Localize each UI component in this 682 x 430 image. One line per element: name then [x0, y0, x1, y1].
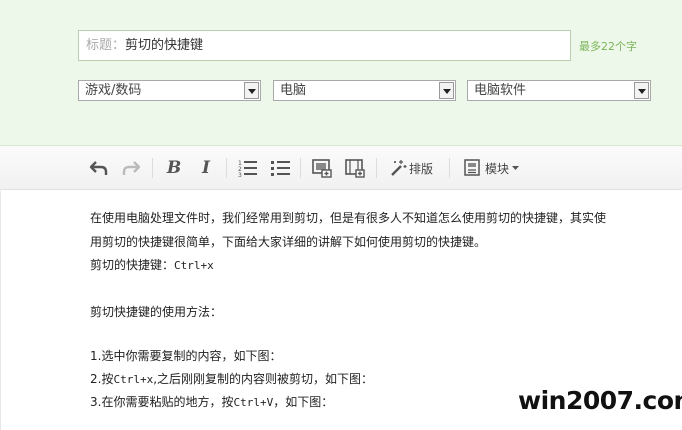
bold-button[interactable]: B	[164, 157, 184, 179]
image-icon	[312, 159, 332, 178]
category-select-1-value: 游戏/数码	[85, 83, 142, 98]
editor-toolbar: B I 1 2 3 排版 模块	[0, 146, 682, 190]
step-text: ，如下图：	[273, 395, 334, 409]
step-line: 3.在你需要粘贴的地方，按Ctrl+V，如下图：	[90, 393, 333, 410]
site-watermark: win2007.com	[518, 386, 682, 415]
toolbar-divider	[226, 158, 227, 178]
paragraph-line: 在使用电脑处理文件时，我们经常用到剪切，但是有很多人不知道怎么使用剪切的快捷键，…	[90, 211, 607, 225]
layout-label: 排版	[409, 161, 434, 176]
toolbar-divider	[300, 158, 301, 178]
unordered-list-icon	[271, 161, 290, 176]
step-text: 3.在你需要粘贴的地方，按	[90, 395, 234, 409]
section-heading: 剪切快捷键的使用方法：	[90, 305, 223, 319]
caret-down-icon	[512, 166, 520, 170]
step-line: 1.选中你需要复制的内容，如下图：	[90, 349, 282, 363]
italic-button[interactable]: I	[196, 157, 216, 179]
insert-image-button[interactable]	[311, 157, 333, 179]
category-select-2-value: 电脑	[280, 83, 307, 98]
shortcut-line: 剪切的快捷键：Ctrl+x	[90, 256, 214, 273]
category-select-3[interactable]: 电脑软件	[467, 80, 651, 101]
magic-wand-icon	[391, 160, 407, 176]
category-select-3-value: 电脑软件	[474, 83, 527, 98]
undo-button[interactable]	[89, 157, 109, 179]
paragraph-line: 用剪切的快捷键很简单，下面给大家详细的讲解下如何使用剪切的快捷键。	[90, 235, 487, 249]
toolbar-divider	[376, 158, 377, 178]
chevron-down-icon[interactable]	[244, 82, 259, 99]
module-icon	[464, 159, 480, 176]
title-prefix-label: 标题：	[86, 38, 126, 53]
unordered-list-button[interactable]	[270, 157, 292, 179]
ordered-list-icon: 1 2 3	[238, 160, 257, 177]
insert-video-button[interactable]	[344, 157, 366, 179]
video-icon	[345, 159, 365, 178]
redo-icon	[122, 161, 141, 175]
module-dropdown-button[interactable]: 模块	[463, 157, 520, 179]
shortcut-label: 剪切的快捷键：	[90, 258, 175, 272]
undo-icon	[89, 161, 108, 175]
step-text: ,之后刚刚复制的内容则被剪切，如下图：	[153, 372, 374, 386]
chevron-down-icon[interactable]	[439, 82, 454, 99]
title-length-hint: 最多22个字	[579, 40, 637, 53]
ordered-list-button[interactable]: 1 2 3	[237, 157, 259, 179]
step-text: 2.按	[90, 372, 114, 386]
category-select-2[interactable]: 电脑	[273, 80, 456, 101]
shortcut-key: Ctrl+V	[233, 396, 274, 409]
step-line: 2.按Ctrl+x,之后刚刚复制的内容则被剪切，如下图：	[90, 370, 373, 387]
category-select-1[interactable]: 游戏/数码	[78, 80, 261, 101]
layout-button[interactable]: 排版	[389, 157, 433, 179]
redo-button[interactable]	[121, 157, 141, 179]
toolbar-divider	[152, 158, 153, 178]
title-input[interactable]: 标题：剪切的快捷键	[78, 30, 571, 61]
title-value: 剪切的快捷键	[125, 38, 204, 53]
shortcut-key: Ctrl+x	[113, 373, 154, 386]
shortcut-key: Ctrl+x	[174, 259, 214, 272]
toolbar-divider	[449, 158, 450, 178]
chevron-down-icon[interactable]	[634, 82, 649, 99]
article-meta-panel: 标题：剪切的快捷键 最多22个字 游戏/数码 电脑 电脑软件	[0, 0, 682, 146]
svg-text:3: 3	[238, 172, 242, 177]
module-label: 模块	[485, 161, 510, 176]
